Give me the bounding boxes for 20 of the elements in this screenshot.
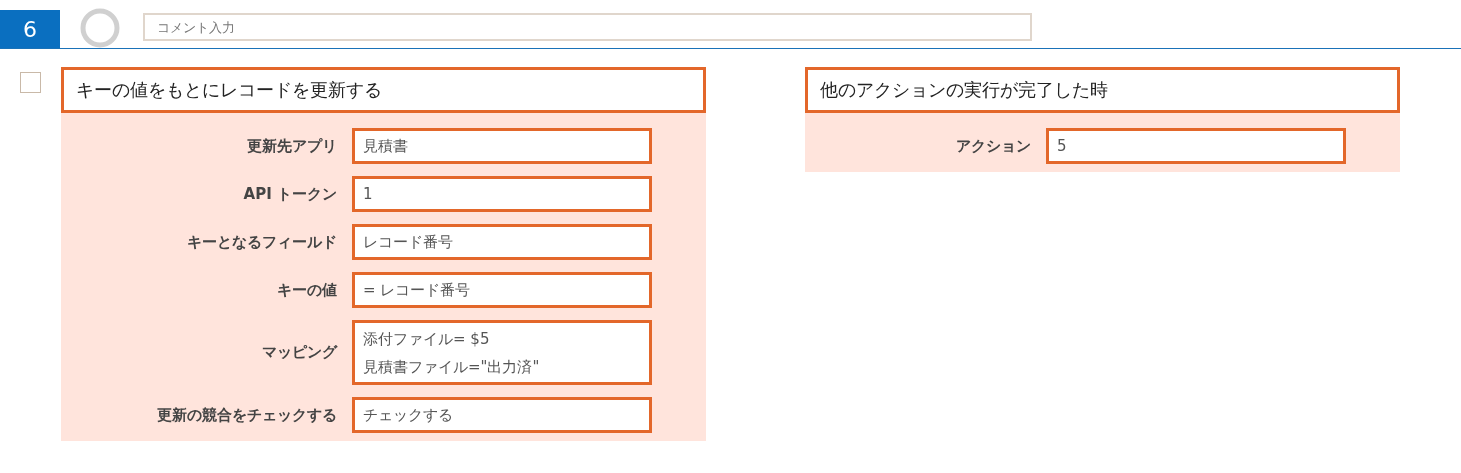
field-label: アクション xyxy=(955,136,1032,156)
panel-title: キーの値をもとにレコードを更新する xyxy=(61,67,706,113)
input-field[interactable]: チェックする xyxy=(352,397,652,433)
input-field[interactable]: レコード番号 xyxy=(352,224,652,260)
field-label: 更新の競合をチェックする xyxy=(156,405,338,425)
progress-ring-icon xyxy=(80,8,120,48)
step-number: 6 xyxy=(0,10,60,48)
field-label: マッピング xyxy=(261,343,339,362)
input-field[interactable]: 見積書 xyxy=(352,128,652,164)
panel-title: 他のアクションの実行が完了した時 xyxy=(805,67,1400,113)
field-label: キーとなるフィールド xyxy=(186,232,338,252)
comment-field[interactable]: コメント入力 xyxy=(143,13,1032,41)
textarea-field[interactable]: 添付ファイル= $5 見積書ファイル="出力済" xyxy=(352,320,652,385)
field-label: API トークン xyxy=(242,184,338,204)
input-field[interactable]: = レコード番号 xyxy=(352,272,652,308)
checkbox[interactable] xyxy=(20,72,41,93)
input-field[interactable]: 1 xyxy=(352,176,652,212)
field-label: キーの値 xyxy=(276,280,338,300)
input-field[interactable]: 5 xyxy=(1046,128,1346,164)
field-label: 更新先アプリ xyxy=(246,136,338,156)
